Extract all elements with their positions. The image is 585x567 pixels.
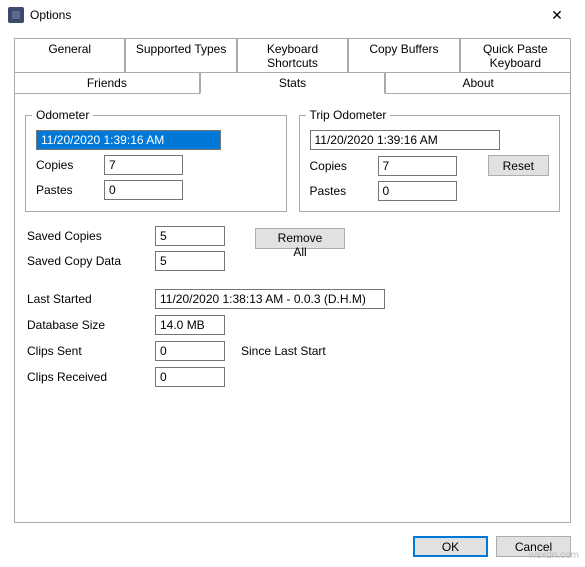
clips-sent-label: Clips Sent bbox=[27, 344, 147, 358]
tab-friends[interactable]: Friends bbox=[14, 72, 200, 93]
close-button[interactable]: ✕ bbox=[537, 1, 577, 29]
reset-button[interactable]: Reset bbox=[488, 155, 549, 176]
tabs: General Supported Types Keyboard Shortcu… bbox=[14, 38, 571, 523]
odometer-copies-label: Copies bbox=[36, 158, 96, 172]
tab-panel-stats: Odometer 11/20/2020 1:39:16 AM Copies 7 … bbox=[14, 93, 571, 523]
last-started[interactable]: 11/20/2020 1:38:13 AM - 0.0.3 (D.H.M) bbox=[155, 289, 385, 309]
trip-copies[interactable]: 7 bbox=[378, 156, 457, 176]
saved-copy-data-label: Saved Copy Data bbox=[27, 254, 147, 268]
cancel-button[interactable]: Cancel bbox=[496, 536, 571, 557]
remove-all-button[interactable]: Remove All bbox=[255, 228, 345, 249]
saved-copy-data[interactable]: 5 bbox=[155, 251, 225, 271]
odometer-copies[interactable]: 7 bbox=[104, 155, 183, 175]
trip-date[interactable]: 11/20/2020 1:39:16 AM bbox=[310, 130, 500, 150]
trip-pastes[interactable]: 0 bbox=[378, 181, 457, 201]
tab-quick-paste-keyboard[interactable]: Quick Paste Keyboard bbox=[460, 38, 571, 73]
clips-received-label: Clips Received bbox=[27, 370, 147, 384]
tab-stats[interactable]: Stats bbox=[200, 72, 386, 94]
tab-keyboard-shortcuts[interactable]: Keyboard Shortcuts bbox=[237, 38, 348, 73]
trip-odometer-group: Trip Odometer 11/20/2020 1:39:16 AM Copi… bbox=[299, 108, 561, 212]
odometer-pastes-label: Pastes bbox=[36, 183, 96, 197]
dialog-footer: OK Cancel bbox=[413, 536, 571, 557]
saved-copies-label: Saved Copies bbox=[27, 229, 147, 243]
odometer-legend: Odometer bbox=[32, 108, 93, 122]
since-label: Since Last Start bbox=[241, 344, 326, 358]
tab-about[interactable]: About bbox=[385, 72, 571, 93]
db-size-label: Database Size bbox=[27, 318, 147, 332]
saved-copies[interactable]: 5 bbox=[155, 226, 225, 246]
db-size[interactable]: 14.0 MB bbox=[155, 315, 225, 335]
app-icon bbox=[8, 7, 24, 23]
tab-general[interactable]: General bbox=[14, 38, 125, 73]
ok-button[interactable]: OK bbox=[413, 536, 488, 557]
titlebar: Options ✕ bbox=[0, 0, 585, 30]
odometer-group: Odometer 11/20/2020 1:39:16 AM Copies 7 … bbox=[25, 108, 287, 212]
odometer-date[interactable]: 11/20/2020 1:39:16 AM bbox=[36, 130, 221, 150]
clips-received[interactable]: 0 bbox=[155, 367, 225, 387]
tab-supported-types[interactable]: Supported Types bbox=[125, 38, 236, 73]
trip-copies-label: Copies bbox=[310, 159, 370, 173]
window-title: Options bbox=[30, 8, 537, 22]
odometer-pastes[interactable]: 0 bbox=[104, 180, 183, 200]
last-started-label: Last Started bbox=[27, 292, 147, 306]
tab-copy-buffers[interactable]: Copy Buffers bbox=[348, 38, 459, 73]
clips-sent[interactable]: 0 bbox=[155, 341, 225, 361]
trip-pastes-label: Pastes bbox=[310, 184, 370, 198]
trip-legend: Trip Odometer bbox=[306, 108, 391, 122]
